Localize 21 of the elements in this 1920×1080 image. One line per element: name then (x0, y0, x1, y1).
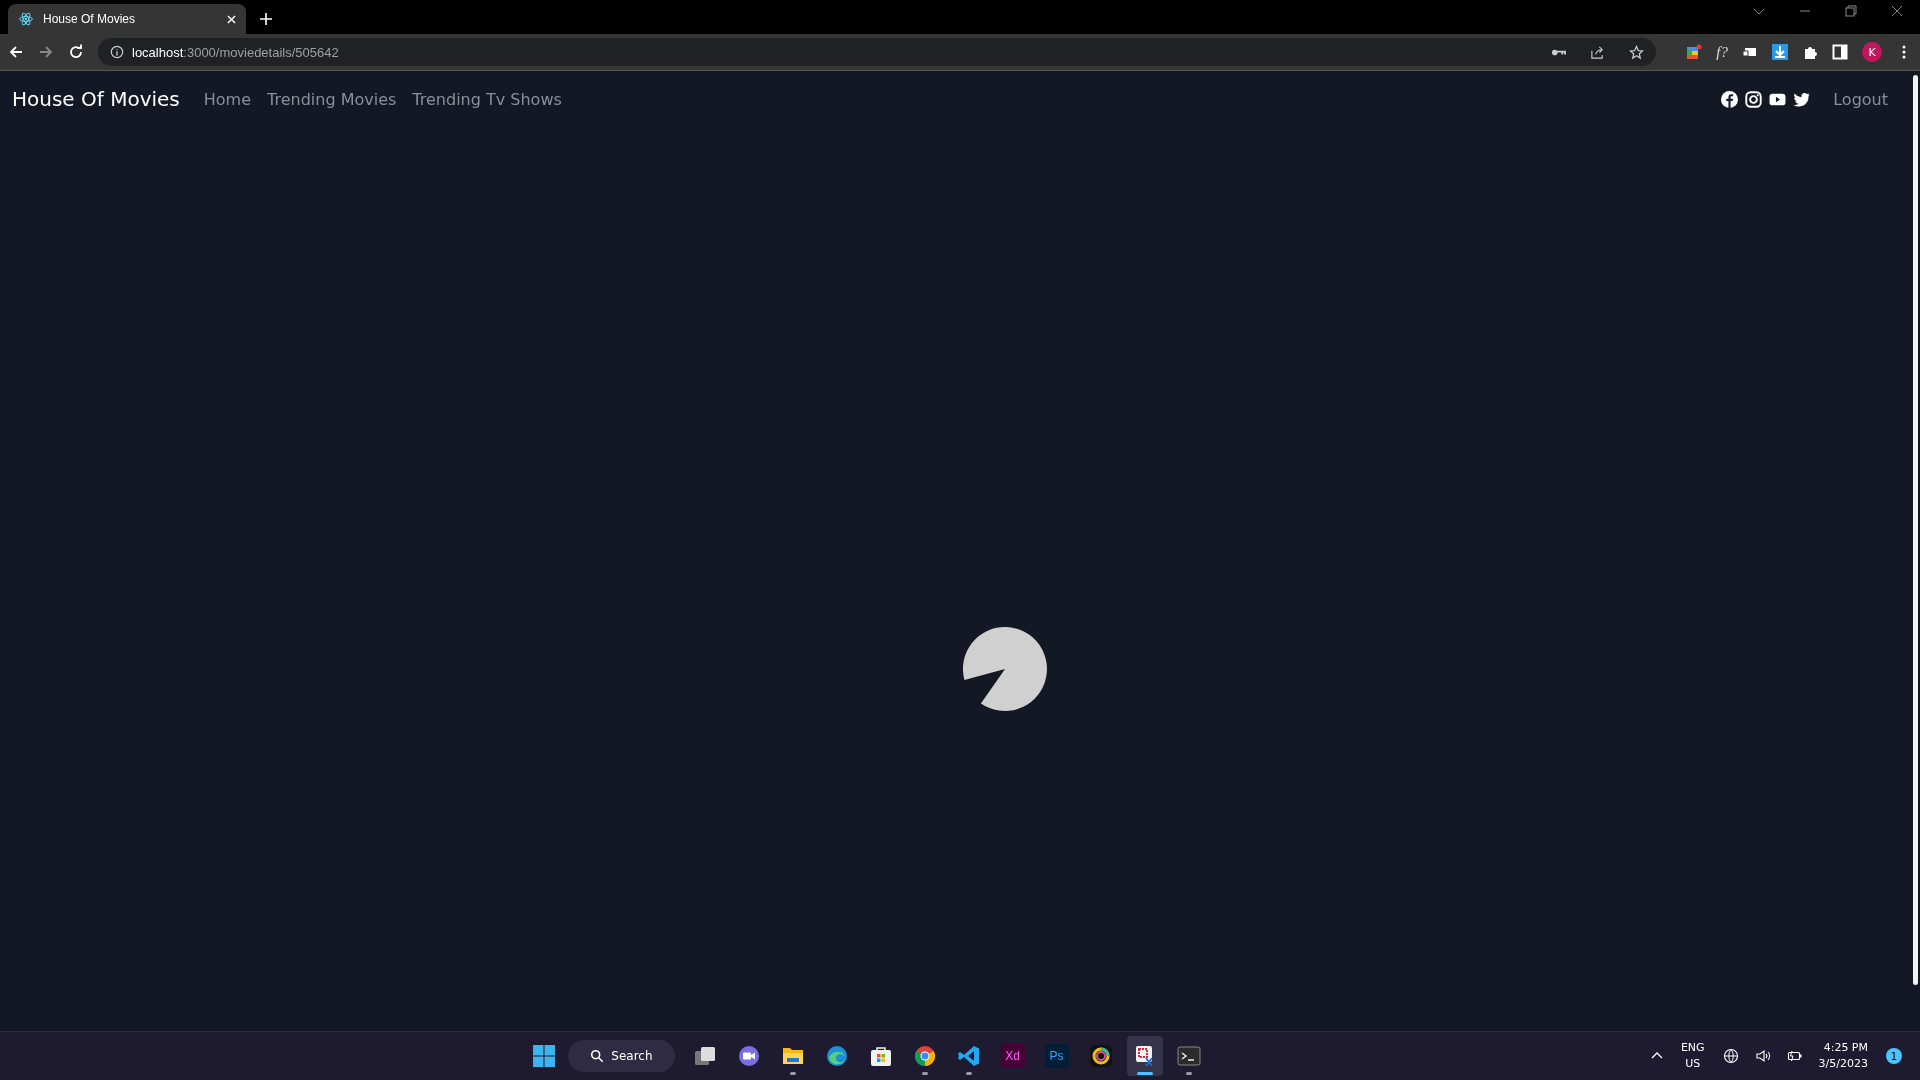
browser-tab[interactable]: House Of Movies (8, 4, 246, 34)
tab-title: House Of Movies (43, 12, 137, 26)
app-icon: Ps (1044, 1044, 1069, 1068)
nav-link[interactable]: Home (203, 89, 252, 109)
extension-label[interactable]: f? (1716, 43, 1728, 61)
nav-link[interactable]: Trending Tv Shows (412, 89, 562, 109)
profile-avatar[interactable]: K (1862, 42, 1882, 62)
region-label[interactable]: US (1685, 1056, 1701, 1072)
nav-link[interactable]: Trending Movies (267, 89, 397, 109)
site-brand[interactable]: House Of Movies (12, 87, 180, 111)
clock-time[interactable]: 4:25 PM (1823, 1040, 1868, 1056)
clock-date[interactable]: 3/5/2023 (1818, 1056, 1868, 1072)
language-label[interactable]: ENG (1680, 1040, 1705, 1056)
url-text: localhost:3000/moviedetails/505642 (132, 44, 339, 60)
taskbar-search[interactable]: Search (568, 1040, 675, 1072)
taskbar-app[interactable]: Ps (1038, 1036, 1075, 1076)
logout-link[interactable]: Logout (1833, 89, 1888, 109)
taskbar-app[interactable]: Xd (994, 1036, 1031, 1076)
notification-badge[interactable]: 1 (1886, 1048, 1902, 1064)
app-icon: Xd (1000, 1044, 1025, 1068)
address-bar[interactable]: localhost:3000/moviedetails/505642 (98, 38, 1657, 66)
